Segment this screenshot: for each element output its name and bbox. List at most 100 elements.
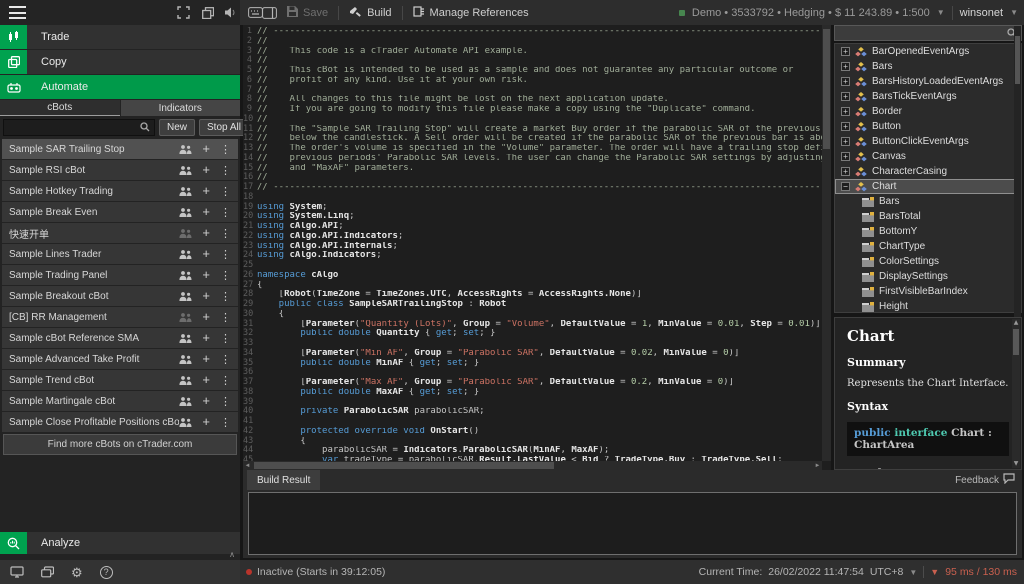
account-summary[interactable]: Demo • 3533792 • Hedging • $ 11 243.89 •…	[692, 7, 930, 19]
api-tree-item[interactable]: +BarOpenedEventArgs	[835, 44, 1021, 59]
instances-icon[interactable]	[179, 376, 192, 385]
expand-icon[interactable]: +	[841, 77, 850, 86]
cbot-row[interactable]: Sample Breakout cBot+⋮	[2, 286, 238, 306]
more-options-button[interactable]: ⋮	[220, 227, 231, 240]
add-instance-button[interactable]: +	[202, 270, 210, 280]
api-tree-item[interactable]: Bars	[835, 194, 1021, 209]
api-tree-item[interactable]: +Canvas	[835, 149, 1021, 164]
expand-icon[interactable]: +	[841, 62, 850, 71]
api-tree-item[interactable]: DisplaySettings	[835, 269, 1021, 284]
save-button[interactable]: Save	[277, 0, 338, 25]
instances-icon[interactable]	[179, 208, 192, 217]
instances-icon[interactable]	[179, 145, 192, 154]
scrollbar-thumb[interactable]	[823, 29, 830, 149]
cbot-row[interactable]: Sample Advanced Take Profit+⋮	[2, 349, 238, 369]
api-tree-item[interactable]: FirstVisibleBarIndex	[835, 284, 1021, 299]
editor-horizontal-scrollbar[interactable]: ◄ ►	[243, 461, 822, 470]
sidebar-item-analyze[interactable]: Analyze	[0, 532, 240, 554]
add-instance-button[interactable]: +	[202, 207, 210, 217]
api-tree-item[interactable]: +BarsHistoryLoadedEventArgs	[835, 74, 1021, 89]
chevron-down-icon[interactable]: ▼	[1010, 8, 1018, 17]
cbot-search-field[interactable]	[3, 119, 155, 136]
scroll-left-icon[interactable]: ◄	[243, 463, 252, 469]
api-tree-item[interactable]: ColorSettings	[835, 254, 1021, 269]
instances-icon[interactable]	[179, 229, 192, 238]
cbot-row[interactable]: Sample Trend cBot+⋮	[2, 370, 238, 390]
cbot-row[interactable]: [CB] RR Management+⋮	[2, 307, 238, 327]
more-options-button[interactable]: ⋮	[220, 290, 231, 303]
add-instance-button[interactable]: +	[202, 186, 210, 196]
more-options-button[interactable]: ⋮	[220, 164, 231, 177]
api-tree-item[interactable]: ChartType	[835, 239, 1021, 254]
add-instance-button[interactable]: +	[202, 165, 210, 175]
more-options-button[interactable]: ⋮	[220, 374, 231, 387]
api-tree-item[interactable]: Height	[835, 299, 1021, 313]
add-instance-button[interactable]: +	[202, 228, 210, 238]
instances-icon[interactable]	[179, 187, 192, 196]
api-tree-item[interactable]: +Border	[835, 104, 1021, 119]
add-instance-button[interactable]: +	[202, 354, 210, 364]
help-icon[interactable]: ?	[100, 566, 113, 579]
doc-scrollbar[interactable]: ▲ ▼	[1012, 319, 1020, 468]
expand-icon[interactable]: +	[841, 152, 850, 161]
find-more-cbots-button[interactable]: Find more cBots on cTrader.com	[3, 434, 237, 455]
cbot-row[interactable]: Sample Break Even+⋮	[2, 202, 238, 222]
tab-cbots[interactable]: cBots	[0, 100, 120, 116]
more-options-button[interactable]: ⋮	[220, 185, 231, 198]
sidebar-item-automate[interactable]: Automate	[0, 75, 240, 99]
scroll-right-icon[interactable]: ►	[813, 463, 822, 469]
build-button[interactable]: Build	[339, 0, 401, 25]
more-options-button[interactable]: ⋮	[220, 395, 231, 408]
account-menu[interactable]: winsonet	[960, 7, 1003, 19]
more-options-button[interactable]: ⋮	[220, 353, 231, 366]
api-tree-item[interactable]: BottomY	[835, 224, 1021, 239]
more-options-button[interactable]: ⋮	[220, 206, 231, 219]
platform-icon[interactable]	[10, 566, 24, 578]
add-instance-button[interactable]: +	[202, 291, 210, 301]
manage-references-button[interactable]: Manage References	[403, 0, 539, 25]
stop-all-button[interactable]: Stop All	[199, 119, 249, 136]
menu-icon[interactable]	[9, 6, 26, 19]
instances-icon[interactable]	[179, 313, 192, 322]
sound-icon[interactable]	[224, 5, 239, 20]
detach-window-icon[interactable]	[200, 5, 215, 20]
cbot-row[interactable]: Sample RSI cBot+⋮	[2, 160, 238, 180]
expand-icon[interactable]: +	[841, 107, 850, 116]
cbot-row[interactable]: Sample SAR Trailing Stop+⋮	[2, 139, 238, 159]
code-editor[interactable]: 1// ------------------------------------…	[243, 25, 831, 470]
sidebar-item-trade[interactable]: Trade	[0, 25, 240, 49]
expand-icon[interactable]: +	[841, 122, 850, 131]
more-options-button[interactable]: ⋮	[220, 269, 231, 282]
cbot-row[interactable]: Sample Trading Panel+⋮	[2, 265, 238, 285]
add-instance-button[interactable]: +	[202, 333, 210, 343]
add-instance-button[interactable]: +	[202, 249, 210, 259]
api-tree-item[interactable]: +BarsTickEventArgs	[835, 89, 1021, 104]
add-instance-button[interactable]: +	[202, 312, 210, 322]
scroll-down-icon[interactable]: ▼	[1014, 460, 1019, 468]
tab-indicators[interactable]: Indicators	[121, 100, 241, 116]
expand-icon[interactable]: +	[841, 92, 850, 101]
chevron-down-icon[interactable]: ▼	[909, 568, 917, 577]
settings-gear-icon[interactable]: ⚙	[71, 566, 83, 579]
instances-icon[interactable]	[179, 418, 192, 427]
windows-icon[interactable]	[41, 566, 54, 578]
instances-icon[interactable]	[179, 292, 192, 301]
add-instance-button[interactable]: +	[202, 396, 210, 406]
api-tree-item[interactable]: BarsTotal	[835, 209, 1021, 224]
api-tree-item[interactable]: +ButtonClickEventArgs	[835, 134, 1021, 149]
editor-vertical-scrollbar[interactable]	[822, 25, 831, 461]
scrollbar-thumb[interactable]	[1015, 36, 1020, 84]
keyboard-icon[interactable]	[248, 5, 263, 20]
chevron-down-icon[interactable]: ▼	[937, 8, 945, 17]
cbot-row[interactable]: Sample Close Profitable Positions cBot+⋮	[2, 412, 238, 432]
chevron-up-icon[interactable]: ∧	[229, 550, 235, 559]
instances-icon[interactable]	[179, 334, 192, 343]
cbot-row[interactable]: 快速开单+⋮	[2, 223, 238, 243]
expand-icon[interactable]: +	[841, 47, 850, 56]
cbot-search-input[interactable]	[8, 122, 140, 133]
fullscreen-icon[interactable]	[176, 5, 191, 20]
instances-icon[interactable]	[179, 250, 192, 259]
more-options-button[interactable]: ⋮	[220, 332, 231, 345]
add-instance-button[interactable]: +	[202, 144, 210, 154]
new-cbot-button[interactable]: New	[159, 119, 195, 136]
